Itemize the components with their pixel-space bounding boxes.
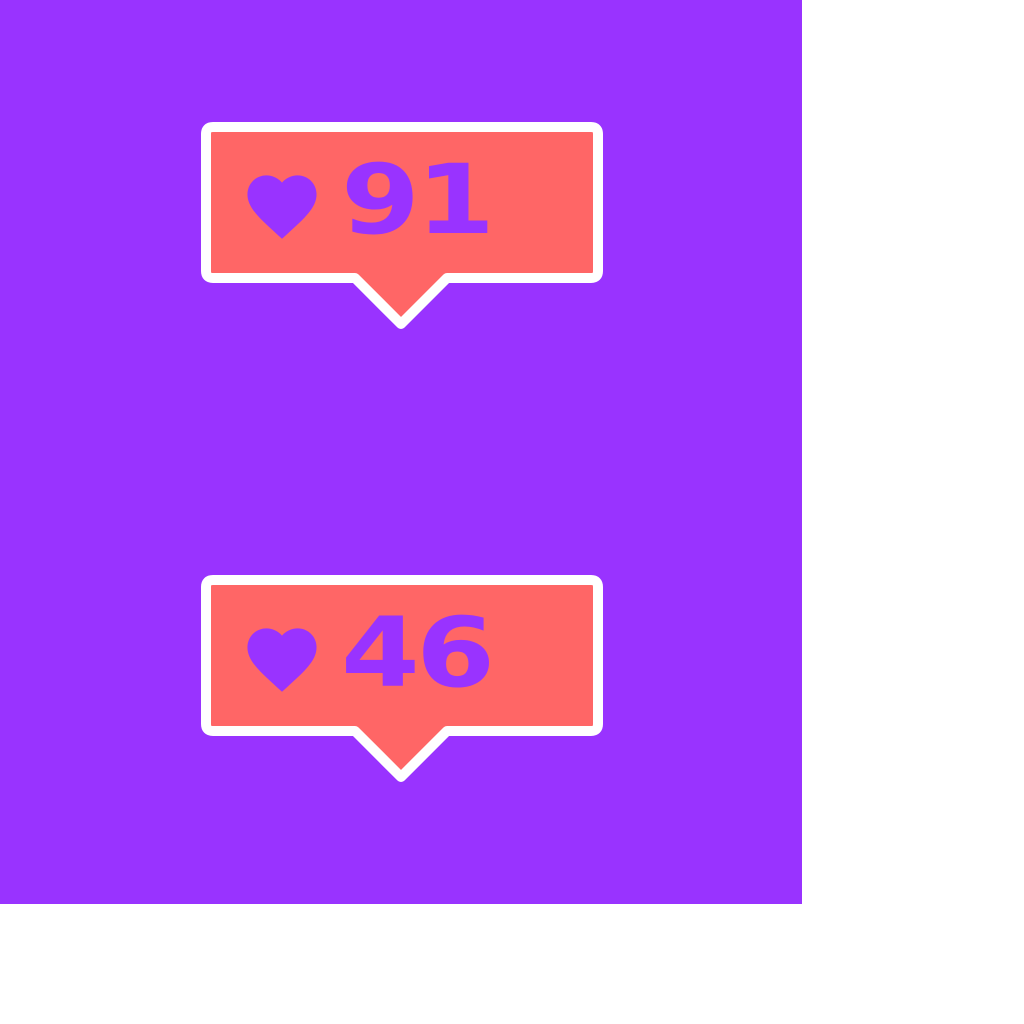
like-count: 46 <box>341 597 495 709</box>
purple-canvas: 91 46 <box>0 0 802 904</box>
heart-icon <box>247 175 317 239</box>
like-count: 91 <box>341 144 495 256</box>
like-notification-bubble: 91 <box>201 122 603 332</box>
heart-icon <box>247 628 317 692</box>
like-notification-bubble: 46 <box>201 575 603 785</box>
